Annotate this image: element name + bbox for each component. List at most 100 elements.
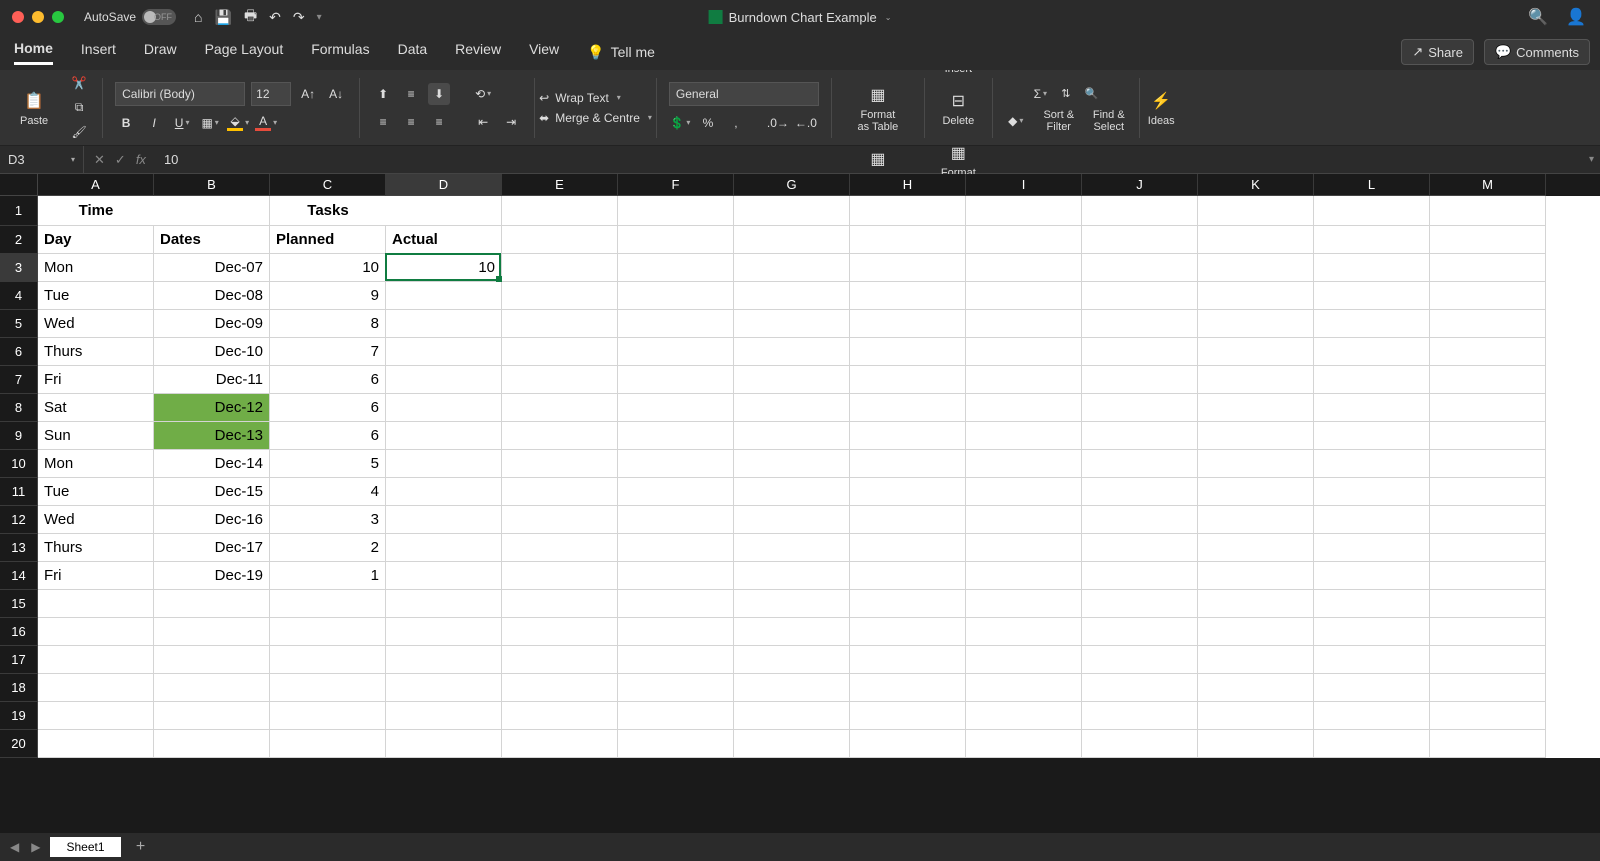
cell-H12[interactable] bbox=[850, 506, 966, 534]
cell-F4[interactable] bbox=[618, 282, 734, 310]
cell-C12[interactable]: 3 bbox=[270, 506, 386, 534]
cell-F10[interactable] bbox=[618, 450, 734, 478]
borders-button[interactable]: ▦▾ bbox=[199, 112, 221, 134]
cell-F19[interactable] bbox=[618, 702, 734, 730]
cell-A10[interactable]: Mon bbox=[38, 450, 154, 478]
cell-E18[interactable] bbox=[502, 674, 618, 702]
cell-B9[interactable]: Dec-13 bbox=[154, 422, 270, 450]
cell-F9[interactable] bbox=[618, 422, 734, 450]
column-header-D[interactable]: D bbox=[386, 174, 502, 196]
font-color-button[interactable]: A▾ bbox=[255, 112, 277, 134]
cell-M1[interactable] bbox=[1430, 196, 1546, 226]
sort-filter-button[interactable]: ⇅ bbox=[1057, 85, 1074, 102]
cell-M13[interactable] bbox=[1430, 534, 1546, 562]
cell-E20[interactable] bbox=[502, 730, 618, 758]
undo-icon[interactable]: ↶ bbox=[269, 9, 281, 26]
cell-L6[interactable] bbox=[1314, 338, 1430, 366]
find-select-button[interactable]: 🔍 bbox=[1081, 85, 1103, 102]
row-header-5[interactable]: 5 bbox=[0, 310, 38, 338]
cell-L2[interactable] bbox=[1314, 226, 1430, 254]
tab-data[interactable]: Data bbox=[398, 41, 428, 63]
cell-F6[interactable] bbox=[618, 338, 734, 366]
delete-cells-button[interactable]: ⊟Delete bbox=[938, 87, 978, 129]
cell-J19[interactable] bbox=[1082, 702, 1198, 730]
cell-E3[interactable] bbox=[502, 254, 618, 282]
cell-A14[interactable]: Fri bbox=[38, 562, 154, 590]
row-header-17[interactable]: 17 bbox=[0, 646, 38, 674]
cell-D1[interactable] bbox=[386, 196, 502, 226]
cell-G3[interactable] bbox=[734, 254, 850, 282]
cell-H20[interactable] bbox=[850, 730, 966, 758]
next-sheet-icon[interactable]: ▶ bbox=[31, 840, 40, 854]
decrease-decimal-icon[interactable]: ←.0 bbox=[795, 112, 817, 134]
cell-H7[interactable] bbox=[850, 366, 966, 394]
cell-H8[interactable] bbox=[850, 394, 966, 422]
cell-A4[interactable]: Tue bbox=[38, 282, 154, 310]
expand-formula-bar-icon[interactable]: ▾ bbox=[1583, 154, 1600, 165]
accept-formula-icon[interactable]: ✓ bbox=[115, 152, 126, 168]
cell-C10[interactable]: 5 bbox=[270, 450, 386, 478]
cell-B7[interactable]: Dec-11 bbox=[154, 366, 270, 394]
fill-icon[interactable]: ◆▾ bbox=[1005, 110, 1027, 132]
cell-L5[interactable] bbox=[1314, 310, 1430, 338]
row-header-1[interactable]: 1 bbox=[0, 196, 38, 226]
cell-G17[interactable] bbox=[734, 646, 850, 674]
cell-B12[interactable]: Dec-16 bbox=[154, 506, 270, 534]
format-as-table-button[interactable]: ▦Format as Table bbox=[852, 81, 904, 135]
cell-K5[interactable] bbox=[1198, 310, 1314, 338]
cell-K6[interactable] bbox=[1198, 338, 1314, 366]
cell-E16[interactable] bbox=[502, 618, 618, 646]
increase-indent-icon[interactable]: ⇥ bbox=[500, 111, 522, 133]
cell-F17[interactable] bbox=[618, 646, 734, 674]
cell-A12[interactable]: Wed bbox=[38, 506, 154, 534]
cell-K13[interactable] bbox=[1198, 534, 1314, 562]
cell-F1[interactable] bbox=[618, 196, 734, 226]
cell-I9[interactable] bbox=[966, 422, 1082, 450]
cell-E17[interactable] bbox=[502, 646, 618, 674]
row-header-9[interactable]: 9 bbox=[0, 422, 38, 450]
cell-J9[interactable] bbox=[1082, 422, 1198, 450]
cell-L3[interactable] bbox=[1314, 254, 1430, 282]
add-sheet-button[interactable]: + bbox=[131, 837, 151, 857]
cell-K20[interactable] bbox=[1198, 730, 1314, 758]
cell-M16[interactable] bbox=[1430, 618, 1546, 646]
increase-decimal-icon[interactable]: .0→ bbox=[767, 112, 789, 134]
cell-G5[interactable] bbox=[734, 310, 850, 338]
cell-I4[interactable] bbox=[966, 282, 1082, 310]
increase-font-icon[interactable]: A↑ bbox=[297, 83, 319, 105]
row-header-8[interactable]: 8 bbox=[0, 394, 38, 422]
cell-D7[interactable] bbox=[386, 366, 502, 394]
cell-C8[interactable]: 6 bbox=[270, 394, 386, 422]
column-header-A[interactable]: A bbox=[38, 174, 154, 196]
cell-M17[interactable] bbox=[1430, 646, 1546, 674]
row-header-18[interactable]: 18 bbox=[0, 674, 38, 702]
row-header-14[interactable]: 14 bbox=[0, 562, 38, 590]
cell-M10[interactable] bbox=[1430, 450, 1546, 478]
cell-G11[interactable] bbox=[734, 478, 850, 506]
underline-button[interactable]: U▾ bbox=[171, 112, 193, 134]
cell-F13[interactable] bbox=[618, 534, 734, 562]
cell-H13[interactable] bbox=[850, 534, 966, 562]
column-header-M[interactable]: M bbox=[1430, 174, 1546, 196]
cell-K12[interactable] bbox=[1198, 506, 1314, 534]
row-header-4[interactable]: 4 bbox=[0, 282, 38, 310]
cell-H1[interactable] bbox=[850, 196, 966, 226]
cell-H4[interactable] bbox=[850, 282, 966, 310]
tab-insert[interactable]: Insert bbox=[81, 41, 116, 63]
cell-M15[interactable] bbox=[1430, 590, 1546, 618]
tab-view[interactable]: View bbox=[529, 41, 559, 63]
cell-C1[interactable]: Tasks bbox=[270, 196, 386, 226]
cell-F5[interactable] bbox=[618, 310, 734, 338]
cell-K3[interactable] bbox=[1198, 254, 1314, 282]
cell-K2[interactable] bbox=[1198, 226, 1314, 254]
cell-M12[interactable] bbox=[1430, 506, 1546, 534]
cell-F11[interactable] bbox=[618, 478, 734, 506]
redo-icon[interactable]: ↷ bbox=[293, 9, 305, 26]
italic-button[interactable]: I bbox=[143, 112, 165, 134]
cell-I6[interactable] bbox=[966, 338, 1082, 366]
cell-K9[interactable] bbox=[1198, 422, 1314, 450]
cell-E15[interactable] bbox=[502, 590, 618, 618]
cell-A8[interactable]: Sat bbox=[38, 394, 154, 422]
cell-F7[interactable] bbox=[618, 366, 734, 394]
cell-J14[interactable] bbox=[1082, 562, 1198, 590]
